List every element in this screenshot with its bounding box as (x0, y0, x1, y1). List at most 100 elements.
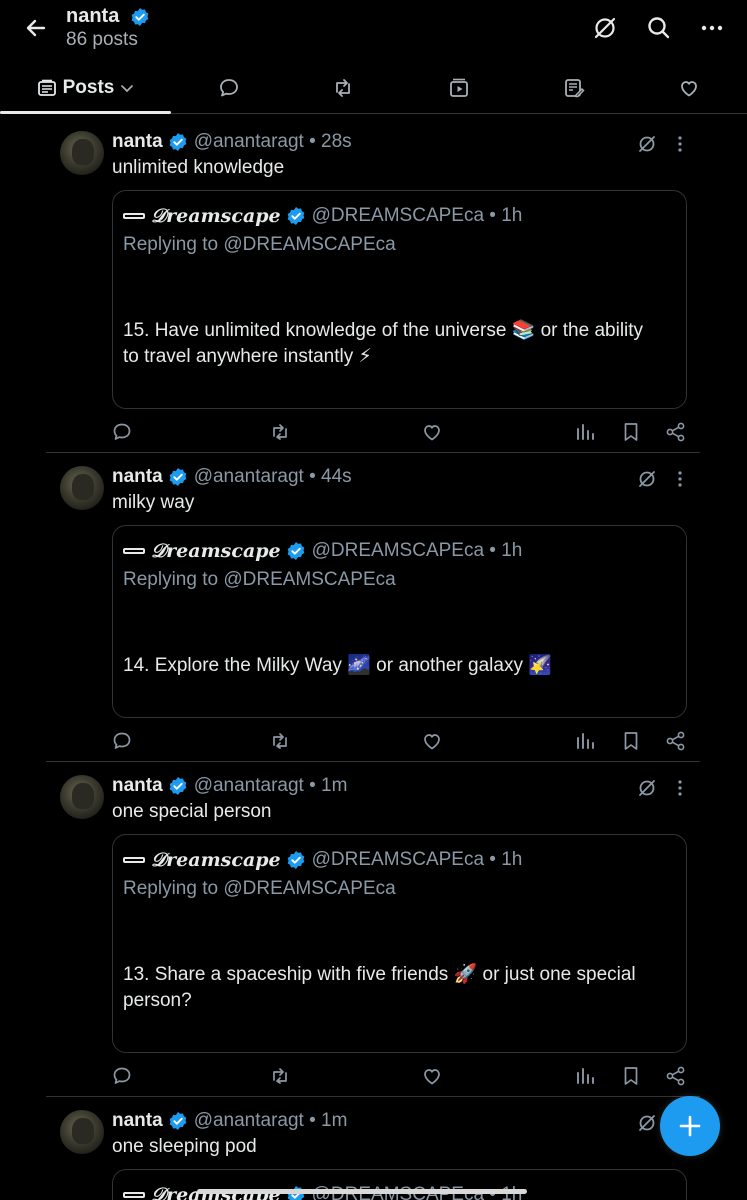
dreamscape-logo-icon (123, 1189, 145, 1200)
quote-header: 𝒟reamscape @DREAMSCAPEca • 1h (123, 849, 522, 871)
back-arrow-icon[interactable] (22, 14, 50, 42)
tab-reposts[interactable] (320, 62, 366, 114)
post-item[interactable]: nanta @anantaragt • 28s unlimited knowle… (46, 119, 700, 453)
compose-button[interactable] (660, 1096, 720, 1156)
author-name[interactable]: nanta (112, 131, 163, 153)
tab-videos[interactable] (436, 62, 482, 114)
reply-icon (218, 77, 240, 99)
share-icon[interactable] (664, 1064, 688, 1088)
share-icon[interactable] (664, 420, 688, 444)
like-heart-icon[interactable] (420, 420, 444, 444)
author-handle-time: @anantaragt • 1m (193, 1110, 348, 1131)
quote-handle-time: @DREAMSCAPEca • 1h (311, 540, 523, 561)
quote-header: 𝒟reamscape @DREAMSCAPEca • 1h (123, 540, 522, 562)
grok-icon[interactable] (636, 468, 658, 490)
bookmark-icon[interactable] (619, 420, 643, 444)
plus-icon (677, 1113, 703, 1139)
repost-icon[interactable] (268, 729, 292, 753)
more-icon[interactable] (698, 14, 726, 42)
quoted-post[interactable]: 𝒟reamscape @DREAMSCAPEca • 1h Replying t… (112, 834, 687, 1053)
bookmark-icon[interactable] (619, 729, 643, 753)
profile-name-text: nanta (66, 5, 120, 27)
quote-header: 𝒟reamscape @DREAMSCAPEca • 1h (123, 205, 522, 227)
post-text: one special person (112, 801, 272, 822)
article-icon (563, 77, 585, 99)
post-text: milky way (112, 492, 195, 513)
quote-author-name: 𝒟reamscape (151, 540, 281, 562)
avatar[interactable] (60, 1110, 104, 1154)
dreamscape-logo-icon (123, 854, 145, 866)
tab-articles[interactable] (551, 62, 597, 114)
dreamscape-logo-icon (123, 210, 145, 222)
tab-posts[interactable]: Posts (0, 62, 171, 114)
quoted-post[interactable]: 𝒟reamscape @DREAMSCAPEca • 1h (112, 1169, 687, 1200)
grok-icon[interactable] (636, 133, 658, 155)
more-options-icon[interactable] (672, 777, 688, 799)
bookmark-icon[interactable] (619, 1064, 643, 1088)
post-actions (46, 1064, 700, 1094)
profile-name: nanta (66, 5, 150, 28)
views-icon[interactable] (573, 729, 597, 753)
post-item[interactable]: nanta @anantaragt • 1m one special perso… (46, 763, 700, 1097)
verified-badge-icon (168, 467, 188, 487)
like-heart-icon[interactable] (420, 729, 444, 753)
verified-badge-icon (168, 1111, 188, 1131)
active-tab-indicator (0, 111, 171, 114)
reply-icon[interactable] (110, 1064, 134, 1088)
grok-icon[interactable] (636, 777, 658, 799)
dreamscape-logo-icon (123, 545, 145, 557)
avatar[interactable] (60, 131, 104, 175)
tab-posts-label: Posts (62, 77, 115, 98)
quote-line: person? (123, 990, 192, 1011)
post-header: nanta @anantaragt • 1m (112, 1110, 347, 1132)
author-handle-time: @anantaragt • 1m (193, 775, 348, 796)
repost-icon[interactable] (268, 420, 292, 444)
author-name[interactable]: nanta (112, 466, 163, 488)
share-icon[interactable] (664, 729, 688, 753)
quoted-post[interactable]: 𝒟reamscape @DREAMSCAPEca • 1h Replying t… (112, 525, 687, 718)
tab-likes[interactable] (666, 62, 712, 114)
more-options-icon[interactable] (672, 133, 688, 155)
home-indicator[interactable] (197, 1189, 527, 1194)
post-text: one sleeping pod (112, 1136, 257, 1157)
post-header: nanta @anantaragt • 44s (112, 466, 352, 488)
post-item[interactable]: nanta @anantaragt • 1m one sleeping pod … (46, 1098, 700, 1200)
quote-body: 14. Explore the Milky Way 🌌 or another g… (123, 653, 675, 679)
quote-author-name: 𝒟reamscape (151, 849, 281, 871)
reply-icon[interactable] (110, 729, 134, 753)
heart-icon (678, 77, 700, 99)
post-item[interactable]: nanta @anantaragt • 44s milky way 𝒟reams… (46, 454, 700, 762)
grok-icon[interactable] (591, 14, 619, 42)
author-handle-time: @anantaragt • 28s (193, 131, 352, 152)
quote-line: 13. Share a spaceship with five friends … (123, 964, 636, 985)
more-options-icon[interactable] (672, 468, 688, 490)
views-icon[interactable] (573, 420, 597, 444)
verified-badge-icon (286, 541, 306, 561)
quote-body: 15. Have unlimited knowledge of the univ… (123, 318, 675, 370)
post-header: nanta @anantaragt • 28s (112, 131, 352, 153)
search-icon[interactable] (645, 14, 673, 42)
avatar[interactable] (60, 466, 104, 510)
replying-to: Replying to @DREAMSCAPEca (123, 234, 396, 255)
like-heart-icon[interactable] (420, 1064, 444, 1088)
quote-line: to travel anywhere instantly ⚡ (123, 346, 372, 367)
reply-icon[interactable] (110, 420, 134, 444)
author-name[interactable]: nanta (112, 1110, 163, 1132)
repost-icon[interactable] (268, 1064, 292, 1088)
verified-badge-icon (130, 7, 150, 27)
chevron-down-icon (120, 81, 134, 95)
author-name[interactable]: nanta (112, 775, 163, 797)
posts-tab-icon (37, 78, 57, 98)
tab-replies[interactable] (206, 62, 252, 114)
avatar[interactable] (60, 775, 104, 819)
post-count: 86 posts (66, 29, 138, 50)
post-actions (46, 420, 700, 450)
grok-icon[interactable] (636, 1112, 658, 1134)
profile-tabs: Posts (0, 62, 747, 114)
replying-to: Replying to @DREAMSCAPEca (123, 878, 396, 899)
quote-author-name: 𝒟reamscape (151, 205, 281, 227)
views-icon[interactable] (573, 1064, 597, 1088)
verified-badge-icon (168, 132, 188, 152)
quote-line: 15. Have unlimited knowledge of the univ… (123, 320, 644, 341)
quoted-post[interactable]: 𝒟reamscape @DREAMSCAPEca • 1h Replying t… (112, 190, 687, 409)
